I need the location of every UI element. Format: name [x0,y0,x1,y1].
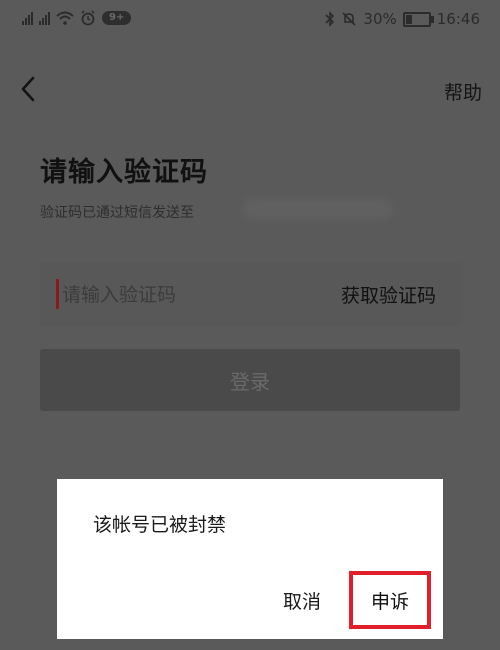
bluetooth-icon [325,11,335,27]
alarm-icon [81,10,95,26]
clock-time: 16:46 [436,10,480,28]
text-cursor [56,279,59,309]
login-button[interactable]: 登录 [40,349,460,411]
cancel-button[interactable]: 取消 [283,587,321,614]
appeal-button[interactable]: 申诉 [349,571,431,629]
verification-code-row: 获取验证码 [40,262,460,326]
chevron-left-icon[interactable] [14,72,44,106]
dialog-message: 该帐号已被封禁 [93,514,227,536]
status-bar: 9+ 30% 16:46 [0,0,500,38]
status-bar-left: 9+ [22,10,132,26]
help-link[interactable]: 帮助 [444,78,482,105]
cellular-signal-icon-2 [39,11,50,25]
redacted-phone-number [242,198,394,220]
verification-code-input[interactable] [60,276,324,314]
sms-sent-notice: 验证码已通过短信发送至 [40,205,194,221]
wifi-icon [56,11,74,25]
notification-badge: 9+ [102,11,132,25]
page-title: 请输入验证码 [40,157,208,188]
battery-icon [402,11,434,27]
cellular-signal-icon [22,11,33,25]
get-code-button[interactable]: 获取验证码 [341,281,436,308]
mute-bell-icon [342,12,356,26]
status-bar-right: 30% 16:46 [325,10,480,28]
screen: 9+ 30% 16:46 帮助 请输入验证码 验证码已通过短信发送至 获取验证码… [0,0,500,650]
ban-dialog: 该帐号已被封禁 取消 申诉 [57,479,443,639]
battery-percent: 30% [363,10,397,28]
